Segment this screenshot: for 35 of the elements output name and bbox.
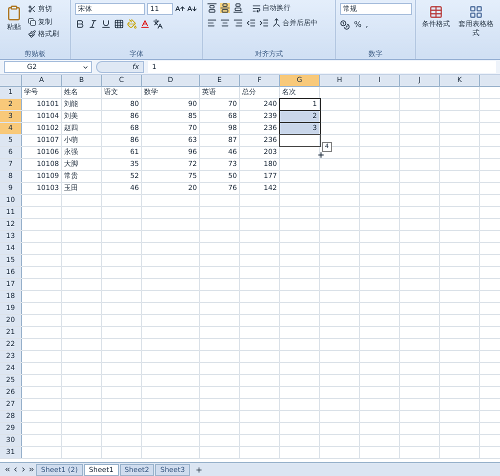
outdent-icon[interactable]	[246, 18, 256, 28]
comma-button[interactable]: ,	[366, 19, 368, 31]
currency-icon[interactable]	[340, 20, 350, 30]
align-right-icon[interactable]	[232, 18, 243, 28]
first-sheet-icon[interactable]	[4, 466, 11, 473]
cursor-icon	[317, 151, 325, 159]
indent-icon[interactable]	[258, 18, 269, 28]
underline-icon[interactable]	[101, 19, 112, 29]
scissors-icon	[28, 5, 36, 14]
fill-color-icon[interactable]	[127, 19, 138, 29]
bold-icon[interactable]	[75, 19, 86, 29]
copy-icon	[28, 18, 36, 26]
font-color-icon[interactable]	[140, 19, 150, 29]
last-sheet-icon[interactable]	[28, 466, 35, 473]
bottom-align-icon[interactable]	[232, 3, 243, 14]
phonetic-icon[interactable]	[153, 19, 164, 29]
table-icon	[429, 4, 443, 20]
wrap-text-icon	[252, 4, 261, 13]
merge-icon	[272, 18, 281, 28]
next-sheet-icon[interactable]	[20, 466, 27, 473]
italic-icon[interactable]	[88, 19, 98, 29]
align-left-icon[interactable]	[206, 18, 217, 28]
top-align-icon[interactable]	[206, 3, 217, 14]
percent-button[interactable]: %	[354, 19, 362, 31]
middle-align-icon[interactable]	[220, 3, 230, 14]
align-center-icon[interactable]	[220, 18, 230, 28]
grid-icon	[469, 4, 483, 20]
insert-sheet-icon[interactable]	[194, 466, 203, 474]
grow-font-icon[interactable]	[175, 4, 186, 14]
clipboard-icon	[6, 4, 22, 22]
shrink-font-icon[interactable]	[187, 4, 198, 14]
dropdown-caret-icon	[82, 64, 89, 70]
paintbrush-icon	[28, 30, 36, 38]
previous-sheet-icon[interactable]	[12, 466, 19, 473]
border-icon[interactable]	[114, 19, 124, 29]
